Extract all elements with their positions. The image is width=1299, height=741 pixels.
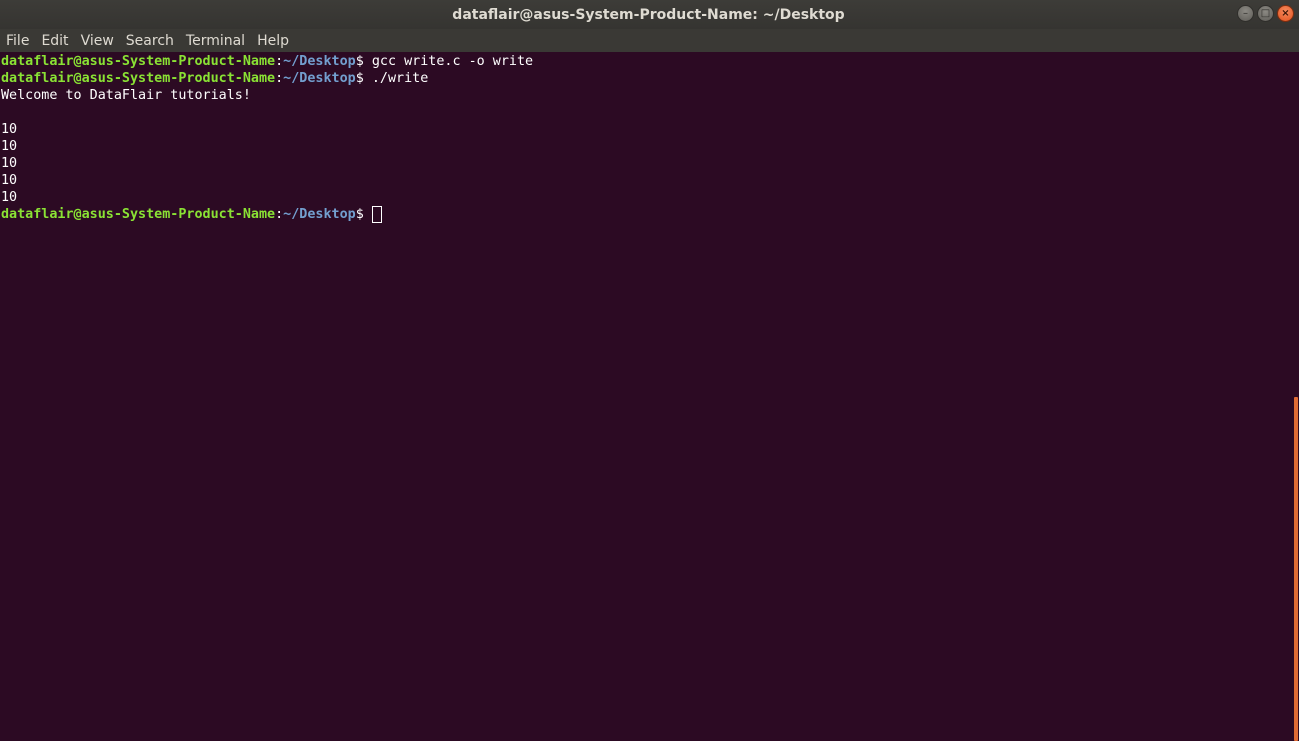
output-line: Welcome to DataFlair tutorials! (1, 88, 251, 103)
terminal-window: dataflair@asus-System-Product-Name: ~/De… (0, 0, 1299, 741)
prompt-symbol: $ (355, 71, 364, 86)
prompt-user-host: dataflair@asus-System-Product-Name (1, 54, 276, 69)
prompt-path: ~/Desktop (283, 54, 356, 69)
output-line: 10 (1, 156, 18, 171)
command-text: gcc write.c -o write (363, 54, 534, 69)
text-cursor (371, 206, 382, 223)
terminal-output[interactable]: dataflair@asus-System-Product-Name:~/Des… (0, 52, 1292, 741)
prompt-symbol: $ (355, 54, 364, 69)
window-title: dataflair@asus-System-Product-Name: ~/De… (452, 6, 845, 23)
scrollbar-thumb[interactable] (1294, 397, 1298, 741)
output-line: 10 (1, 190, 18, 205)
menu-file[interactable]: File (6, 33, 29, 49)
menu-help[interactable]: Help (257, 33, 289, 49)
prompt-symbol: $ (355, 207, 364, 222)
prompt-separator: : (275, 54, 284, 69)
window-controls: – □ × (1237, 5, 1294, 22)
prompt-path: ~/Desktop (283, 207, 356, 222)
prompt-user-host: dataflair@asus-System-Product-Name (1, 207, 276, 222)
prompt-path: ~/Desktop (283, 71, 356, 86)
maximize-button[interactable]: □ (1257, 5, 1274, 22)
output-line: 10 (1, 122, 18, 137)
command-text (364, 207, 372, 222)
minimize-button[interactable]: – (1237, 5, 1254, 22)
prompt-separator: : (275, 71, 284, 86)
menu-bar: File Edit View Search Terminal Help (0, 29, 1299, 52)
menu-terminal[interactable]: Terminal (186, 33, 245, 49)
prompt-user-host: dataflair@asus-System-Product-Name (1, 71, 276, 86)
menu-edit[interactable]: Edit (41, 33, 68, 49)
active-prompt-line: dataflair@asus-System-Product-Name:~/Des… (1, 206, 1292, 223)
command-line: dataflair@asus-System-Product-Name:~/Des… (1, 53, 1292, 70)
menu-search[interactable]: Search (126, 33, 174, 49)
command-text: ./write (363, 71, 429, 86)
menu-view[interactable]: View (81, 33, 114, 49)
prompt-separator: : (275, 207, 284, 222)
command-line: dataflair@asus-System-Product-Name:~/Des… (1, 70, 1292, 87)
close-button[interactable]: × (1277, 5, 1294, 22)
output-line: 10 (1, 139, 18, 154)
maximize-icon: □ (1260, 7, 1271, 19)
title-bar[interactable]: dataflair@asus-System-Product-Name: ~/De… (0, 0, 1299, 29)
minimize-icon: – (1243, 7, 1248, 19)
scrollbar[interactable] (1292, 52, 1299, 741)
output-line: 10 (1, 173, 18, 188)
close-icon: × (1281, 7, 1290, 19)
